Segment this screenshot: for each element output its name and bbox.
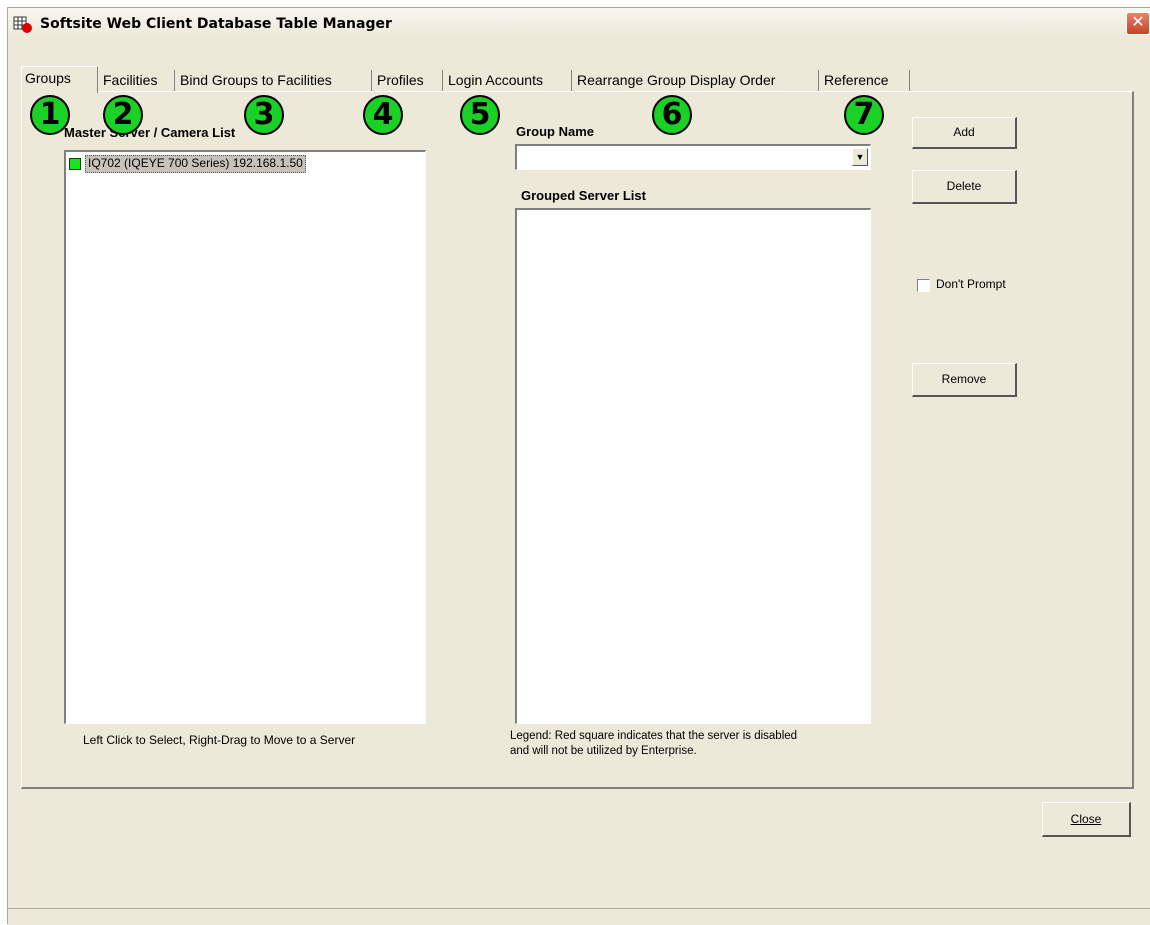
master-list-hint: Left Click to Select, Right-Drag to Move…: [83, 733, 356, 747]
marker-5: 5: [460, 95, 500, 135]
master-list-heading: Master Server / Camera List: [64, 125, 236, 140]
table-grid-icon: [13, 16, 33, 34]
marker-6: 6: [652, 95, 692, 135]
group-name-label: Group Name: [516, 124, 595, 139]
marker-1: 1: [30, 95, 70, 135]
marker-7: 7: [844, 95, 884, 135]
grouped-server-list-label: Grouped Server List: [521, 188, 646, 203]
add-button[interactable]: Add: [912, 117, 1017, 149]
enabled-square-icon: [69, 158, 81, 170]
group-name-combo[interactable]: ▼: [515, 144, 871, 170]
list-item-label: IQ702 (IQEYE 700 Series) 192.168.1.50: [85, 155, 306, 173]
legend-line-2: and will not be utilized by Enterprise.: [510, 745, 697, 757]
status-bar: [8, 908, 1150, 925]
tab-rearrange-group-display-order[interactable]: Rearrange Group Display Order: [574, 70, 819, 92]
tab-login-accounts[interactable]: Login Accounts: [445, 70, 572, 92]
tab-groups[interactable]: Groups: [21, 66, 98, 93]
close-window-icon[interactable]: ✕: [1126, 12, 1150, 35]
dont-prompt-label: Don't Prompt: [936, 277, 1006, 291]
master-server-list[interactable]: IQ702 (IQEYE 700 Series) 192.168.1.50: [64, 150, 426, 724]
grouped-server-list[interactable]: [515, 208, 871, 724]
chevron-down-icon[interactable]: ▼: [852, 148, 868, 166]
marker-4: 4: [363, 95, 403, 135]
tab-reference[interactable]: Reference: [821, 70, 910, 92]
title-bar[interactable]: Softsite Web Client Database Table Manag…: [8, 8, 1150, 40]
tab-bind-groups-to-facilities[interactable]: Bind Groups to Facilities: [177, 70, 372, 92]
main-window: Softsite Web Client Database Table Manag…: [7, 7, 1150, 925]
marker-3: 3: [244, 95, 284, 135]
marker-2: 2: [103, 95, 143, 135]
delete-button[interactable]: Delete: [912, 170, 1017, 204]
close-button[interactable]: Close: [1042, 802, 1131, 837]
window-title: Softsite Web Client Database Table Manag…: [40, 16, 392, 32]
tab-profiles[interactable]: Profiles: [374, 70, 443, 92]
dont-prompt-checkbox[interactable]: [917, 279, 930, 292]
tab-facilities[interactable]: Facilities: [100, 70, 175, 92]
remove-button[interactable]: Remove: [912, 363, 1017, 397]
legend-line-1: Legend: Red square indicates that the se…: [510, 730, 798, 742]
